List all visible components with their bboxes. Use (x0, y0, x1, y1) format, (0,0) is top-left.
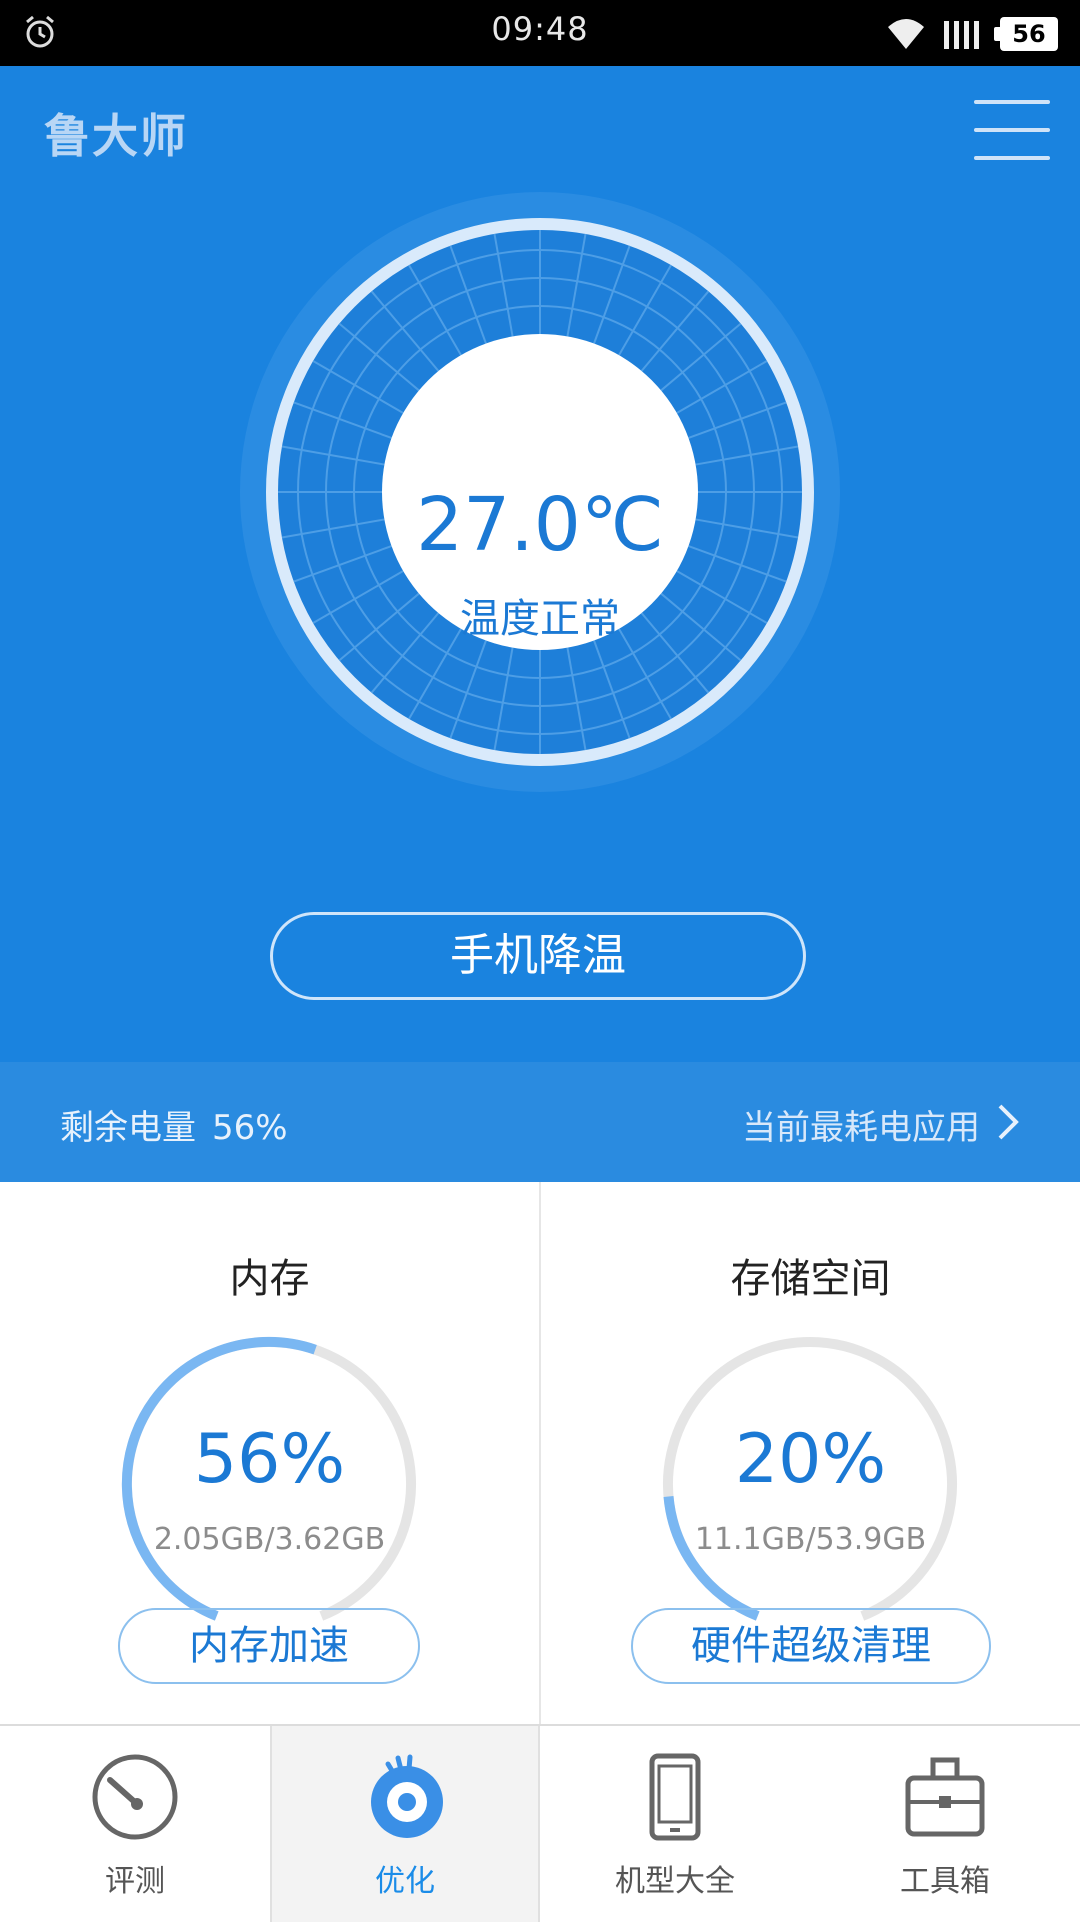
temperature-value: 27.0℃ (416, 482, 664, 568)
storage-card: 存储空间 20% 11.1GB/53.9GB 硬件超级清理 (541, 1182, 1080, 1724)
cool-down-button[interactable]: 手机降温 (270, 912, 806, 1000)
bottom-nav: 评测 优化 机型大全 工具箱 (0, 1724, 1080, 1922)
memory-card: 内存 56% 2.05GB/3.62GB 内存加速 (0, 1182, 539, 1724)
storage-title: 存储空间 (730, 1256, 891, 1302)
signal-icon (944, 21, 979, 49)
nav-label: 优化 (375, 1864, 435, 1899)
battery-label: 剩余电量 (60, 1108, 196, 1148)
temperature-status: 温度正常 (460, 596, 620, 642)
memory-title: 内存 (229, 1256, 310, 1302)
nav-item-benchmark[interactable]: 评测 (0, 1726, 270, 1922)
storage-usage: 11.1GB/53.9GB (694, 1522, 927, 1557)
nav-item-optimize[interactable]: 优化 (270, 1726, 540, 1922)
speedometer-icon (92, 1754, 178, 1840)
memory-percent: 56% (193, 1420, 346, 1499)
hero-panel: 鲁大师 27.0℃ 温度正常 手机降温 (0, 66, 1080, 1062)
battery-percent: 56% (212, 1108, 288, 1148)
nav-label: 机型大全 (615, 1864, 735, 1899)
memory-boost-button[interactable]: 内存加速 (118, 1608, 420, 1684)
nav-item-models[interactable]: 机型大全 (540, 1726, 810, 1922)
nav-item-toolbox[interactable]: 工具箱 (810, 1726, 1080, 1922)
nav-label: 工具箱 (900, 1864, 990, 1899)
storage-percent: 20% (734, 1420, 887, 1499)
top-power-apps-link[interactable]: 当前最耗电应用 (742, 1100, 980, 1149)
nav-label: 评测 (105, 1864, 165, 1899)
memory-usage: 2.05GB/3.62GB (153, 1522, 386, 1557)
hardware-clean-button[interactable]: 硬件超级清理 (631, 1608, 991, 1684)
optimize-disc-icon (371, 1754, 443, 1838)
hamburger-menu-icon[interactable] (974, 100, 1050, 162)
phone-icon (649, 1753, 701, 1841)
app-logo: 鲁大师 (44, 109, 188, 163)
status-bar: 09:48 56 (0, 0, 1080, 66)
battery-icon: 56 (994, 17, 1058, 51)
battery-strip[interactable]: 剩余电量 56% 当前最耗电应用 (0, 1062, 1080, 1182)
wifi-icon (888, 19, 924, 49)
toolbox-icon (905, 1757, 985, 1837)
chevron-right-icon[interactable] (988, 1102, 1028, 1142)
